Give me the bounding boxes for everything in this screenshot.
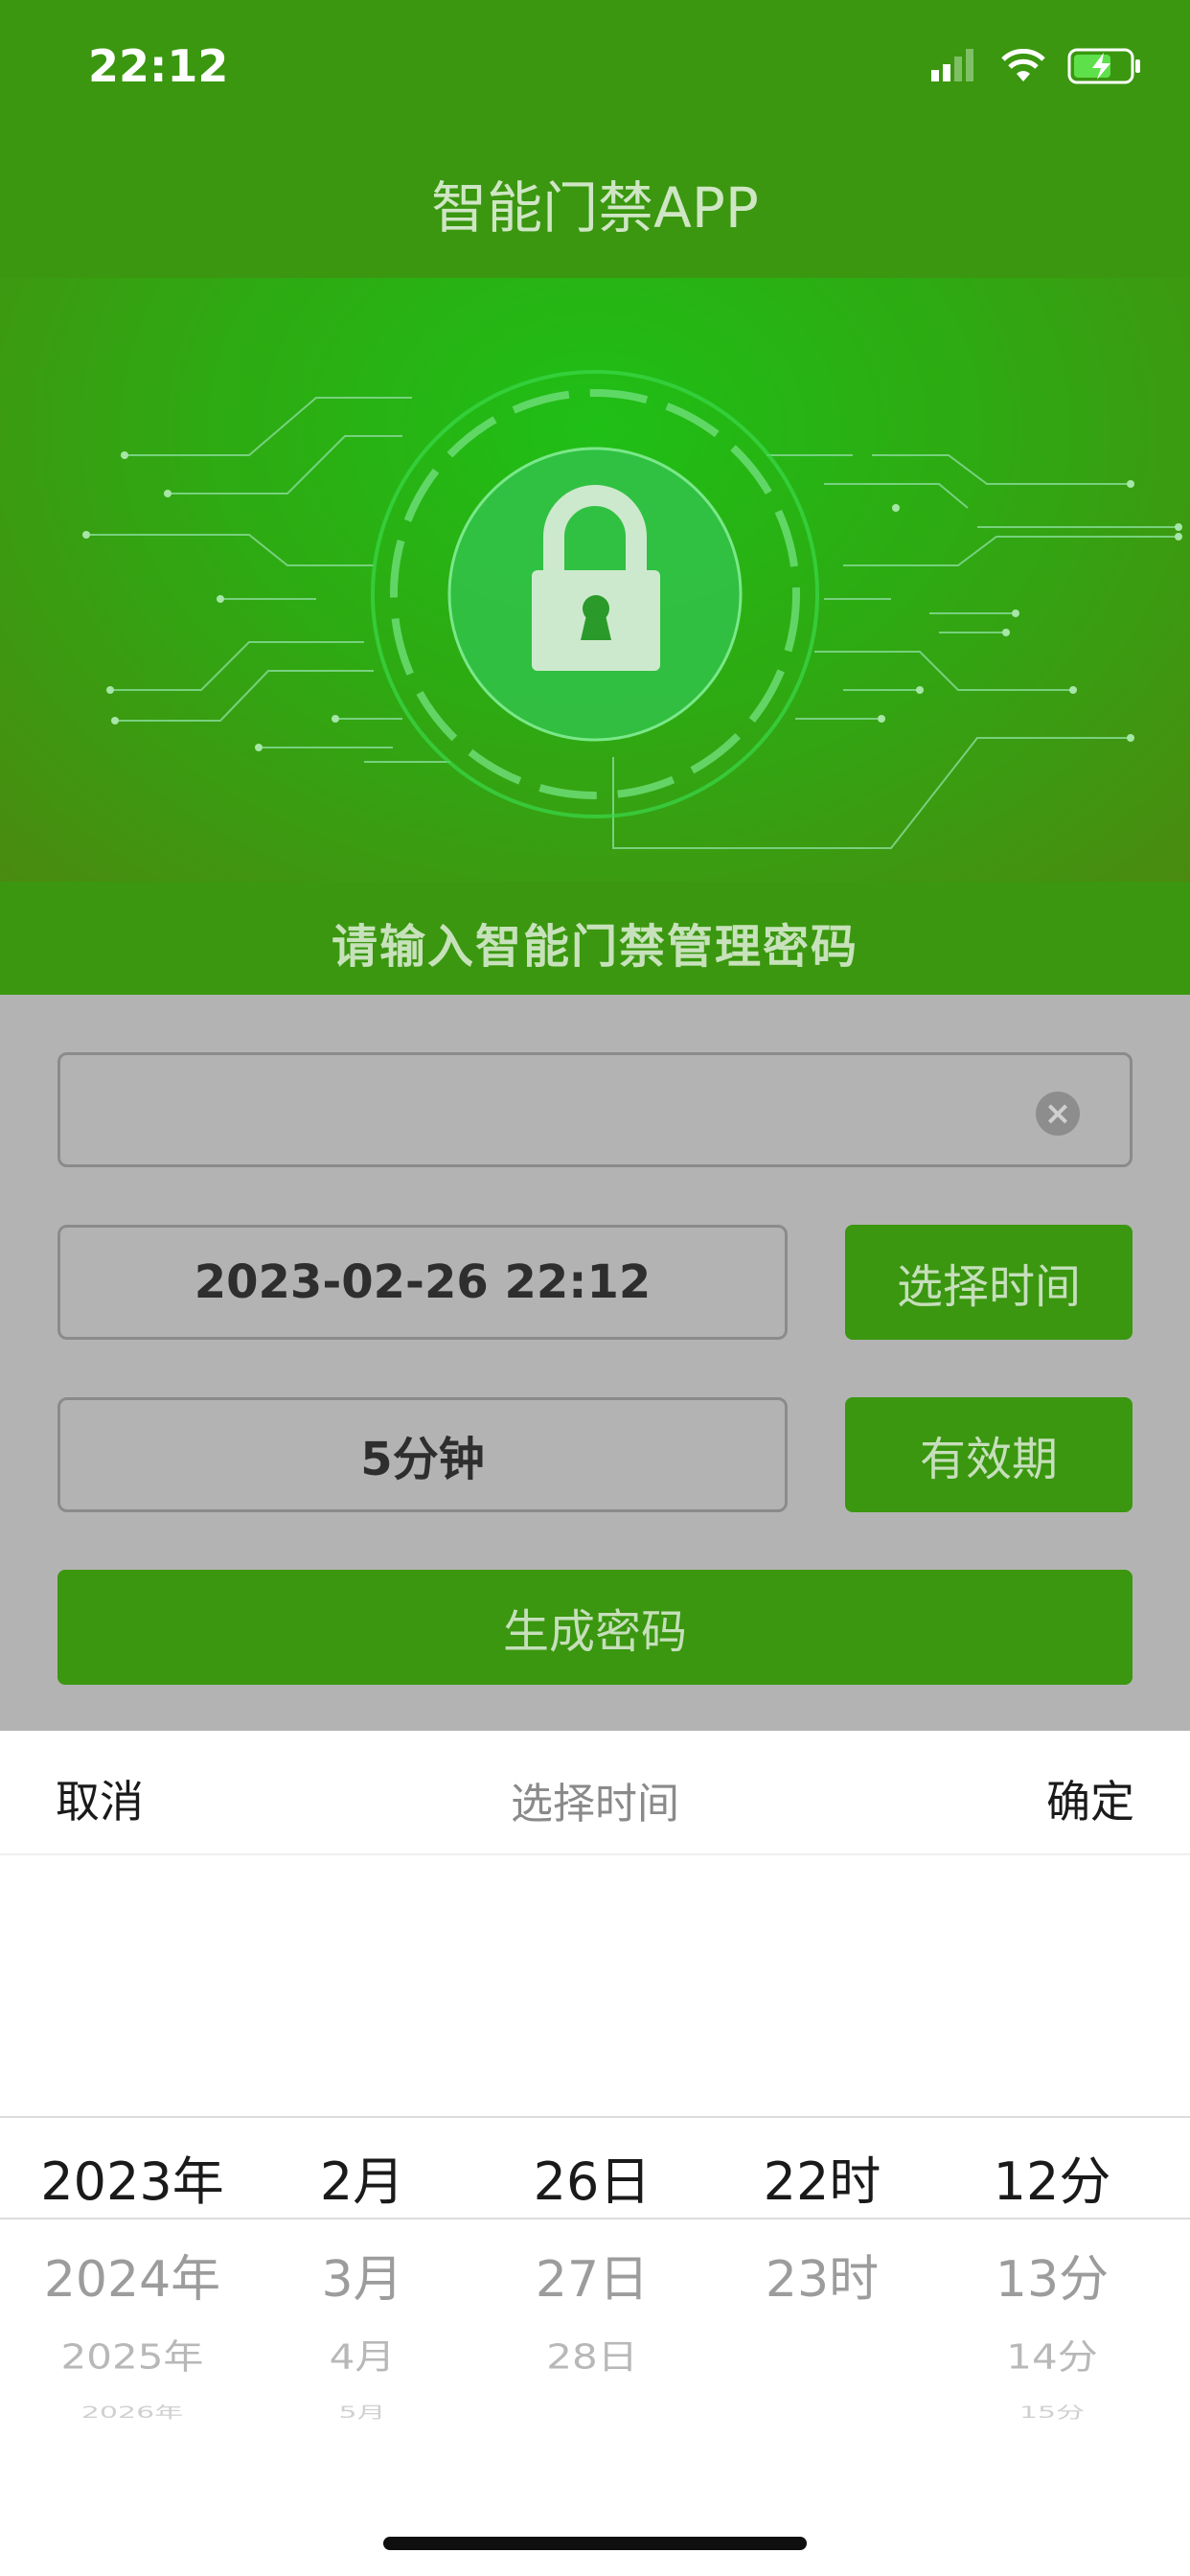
password-form: × 2023-02-26 22:12 选择时间 5分钟 有效期 生成密码 <box>0 995 1190 1731</box>
picker-item[interactable]: 14分 <box>937 2330 1167 2380</box>
picker-selection-line-bottom <box>0 2218 1190 2220</box>
clear-icon[interactable]: × <box>1036 1092 1080 1136</box>
datetime-field[interactable]: 2023-02-26 22:12 <box>57 1225 788 1340</box>
header: 22:12 智能门禁APP <box>0 0 1190 278</box>
picker-item[interactable]: 23时 <box>707 2239 937 2311</box>
picker-item[interactable]: 27日 <box>477 2239 707 2311</box>
picker-item[interactable]: 2024年 <box>17 2239 247 2311</box>
validity-field[interactable]: 5分钟 <box>57 1397 788 1512</box>
generate-password-button[interactable]: 生成密码 <box>57 1570 1133 1685</box>
choose-time-button[interactable]: 选择时间 <box>845 1225 1133 1340</box>
app-title: 智能门禁APP <box>431 175 759 241</box>
picker-item[interactable]: 5月 <box>247 2400 477 2423</box>
validity-button[interactable]: 有效期 <box>845 1397 1133 1512</box>
status-time: 22:12 <box>88 40 229 92</box>
picker-item[interactable]: 2026年 <box>17 2400 247 2423</box>
wifi-icon <box>1001 49 1045 81</box>
picker-item[interactable]: 2025年 <box>17 2330 247 2380</box>
hero-caption: 请输入智能门禁管理密码 <box>331 920 858 974</box>
battery-charging-icon <box>1067 48 1140 84</box>
picker-item[interactable]: 3月 <box>247 2239 477 2311</box>
hero-banner <box>0 278 1190 882</box>
time-picker-wheel[interactable]: 2023年 2024年 2025年 2026年 2月 3月 4月 5月 26日 … <box>0 1731 1190 2576</box>
validity-value: 5分钟 <box>360 1433 485 1486</box>
password-input[interactable]: × <box>57 1052 1133 1167</box>
datetime-value: 2023-02-26 22:12 <box>194 1255 652 1309</box>
picker-item-selected[interactable]: 2023年 <box>17 2139 247 2215</box>
status-icons <box>931 48 1144 84</box>
picker-item-selected[interactable]: 12分 <box>937 2139 1167 2215</box>
confirm-button[interactable]: 确定 <box>1046 1767 1134 1830</box>
circuit-lock-illustration <box>82 370 1182 849</box>
time-picker-sheet: 2023年 2024年 2025年 2026年 2月 3月 4月 5月 26日 … <box>0 1731 1190 2576</box>
picker-item-selected[interactable]: 26日 <box>477 2139 707 2215</box>
picker-item[interactable]: 15分 <box>937 2400 1167 2423</box>
picker-item-selected[interactable]: 22时 <box>707 2139 937 2215</box>
picker-selection-line-top <box>0 2116 1190 2118</box>
picker-toolbar: 取消 选择时间 确定 <box>0 1731 1190 1855</box>
picker-item[interactable]: 13分 <box>937 2239 1167 2311</box>
picker-title: 选择时间 <box>511 1780 679 1828</box>
picker-item-selected[interactable]: 2月 <box>247 2139 477 2215</box>
picker-item[interactable]: 28日 <box>477 2330 707 2380</box>
home-indicator[interactable] <box>383 2537 807 2550</box>
signal-icon <box>931 49 973 81</box>
picker-item[interactable]: 4月 <box>247 2330 477 2380</box>
